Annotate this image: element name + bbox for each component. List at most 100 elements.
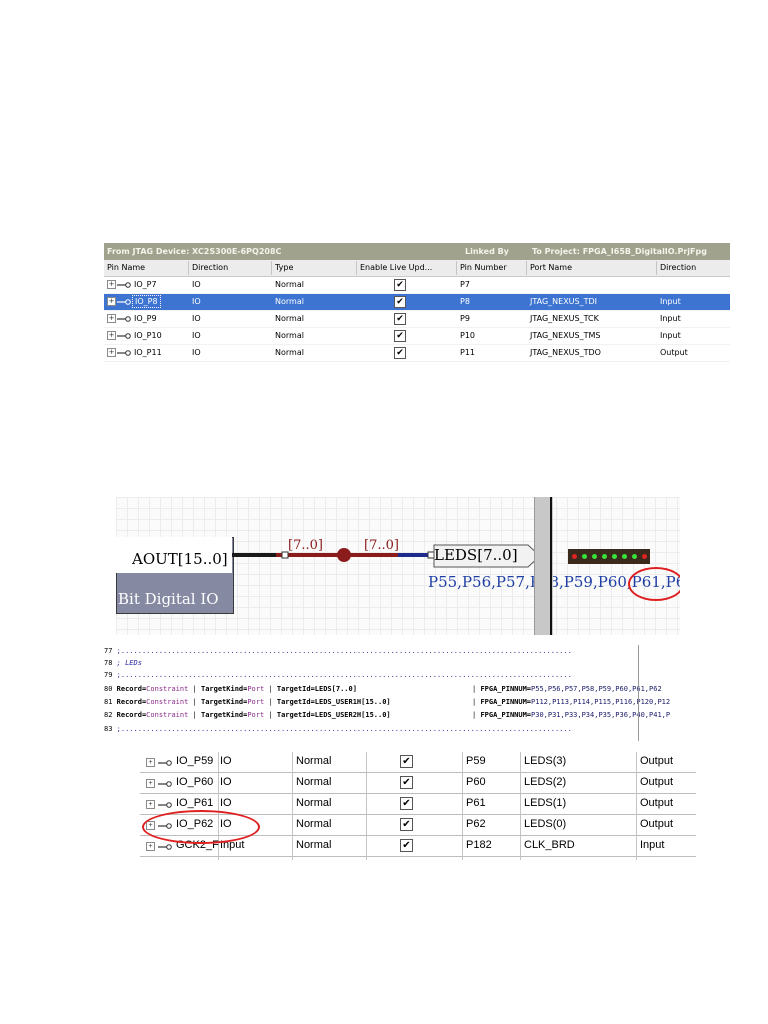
sheet-border-line	[550, 497, 552, 635]
pin-icon	[117, 333, 131, 339]
led-green	[592, 554, 597, 559]
port-name: CLK_BRD	[524, 839, 575, 851]
pin-name: IO_P7	[134, 280, 157, 289]
expand-icon[interactable]: +	[146, 779, 155, 788]
port-name: JTAG_NEXUS_TDO	[530, 348, 601, 357]
table-row[interactable]: + IO_P11 IO Normal ✔ P11 JTAG_NEXUS_TDO …	[104, 345, 730, 362]
col-pin-name[interactable]: Pin Name	[107, 263, 145, 272]
jtag-pin-table: From JTAG Device: XC2S300E-6PQ208C Linke…	[104, 243, 730, 362]
expand-icon[interactable]: +	[107, 280, 116, 289]
pin-number: P59	[466, 755, 486, 767]
pin-icon	[158, 781, 172, 787]
highlight-circle	[628, 567, 680, 601]
table-row[interactable]: + IO_P60 IO Normal ✔ P60 LEDS(2) Output	[140, 773, 696, 794]
enable-live-checkbox[interactable]: ✔	[394, 279, 406, 291]
enable-live-checkbox[interactable]: ✔	[400, 797, 413, 810]
type: Normal	[296, 818, 332, 830]
enable-live-checkbox[interactable]: ✔	[400, 776, 413, 789]
table-row[interactable]: + IO_P59 IO Normal ✔ P59 LEDS(3) Output	[140, 752, 696, 773]
port-direction: Output	[640, 755, 674, 767]
table-row[interactable]: + IO_P10 IO Normal ✔ P10 JTAG_NEXUS_TMS …	[104, 328, 730, 345]
pin-number: P9	[460, 314, 470, 323]
pin-number: P10	[460, 331, 476, 340]
code-line: 82 Record=Constraint | TargetKind=Port |…	[104, 711, 671, 719]
port-name: LEDS(0)	[524, 818, 567, 830]
direction: IO	[220, 776, 232, 788]
from-device-label: From JTAG Device: XC2S300E-6PQ208C	[107, 247, 282, 256]
pin-number: P7	[460, 280, 470, 289]
led-green	[632, 554, 637, 559]
led-green	[622, 554, 627, 559]
to-project-label: To Project: FPGA_I65B_DigitalIO.PrjFpg	[532, 247, 707, 256]
col-type[interactable]: Type	[275, 263, 293, 272]
pin-name: IO_P10	[134, 331, 162, 340]
bus-label: [7..0]	[364, 538, 399, 553]
enable-live-checkbox[interactable]: ✔	[394, 296, 406, 308]
expand-icon[interactable]: +	[107, 348, 116, 357]
pin-number: P182	[466, 839, 492, 851]
table-row[interactable]: + IO_P7 IO Normal ✔ P7	[104, 277, 730, 294]
pin-icon	[158, 844, 172, 850]
code-line: 81 Record=Constraint | TargetKind=Port |…	[104, 698, 671, 706]
type: Normal	[296, 776, 332, 788]
col-port-direction[interactable]: Direction	[660, 263, 696, 272]
enable-live-checkbox[interactable]: ✔	[400, 755, 413, 768]
col-pin-number[interactable]: Pin Number	[460, 263, 507, 272]
pin-icon	[158, 760, 172, 766]
expand-icon[interactable]: +	[107, 331, 116, 340]
code-line: 78 ; LEDs	[104, 659, 142, 667]
table-row[interactable]: + IO_P9 IO Normal ✔ P9 JTAG_NEXUS_TCK In…	[104, 311, 730, 328]
enable-live-checkbox[interactable]: ✔	[400, 839, 413, 852]
col-direction[interactable]: Direction	[192, 263, 228, 272]
port-direction: Output	[660, 348, 688, 357]
port-name: LEDS(1)	[524, 797, 567, 809]
pin-name: IO_P11	[134, 348, 162, 357]
enable-live-checkbox[interactable]: ✔	[400, 818, 413, 831]
bus-junction-dot	[337, 548, 351, 562]
direction: IO	[220, 755, 232, 767]
enable-live-checkbox[interactable]: ✔	[394, 313, 406, 325]
expand-icon[interactable]: +	[107, 297, 116, 306]
enable-live-checkbox[interactable]: ✔	[394, 330, 406, 342]
pin-icon	[158, 802, 172, 808]
pin-number: P60	[466, 776, 486, 788]
col-enable-live[interactable]: Enable Live Upd...	[360, 263, 432, 272]
pin-name: IO_P61	[176, 797, 214, 809]
editor-divider	[638, 645, 639, 741]
type: Normal	[275, 314, 304, 323]
column-header-row: Pin Name Direction Type Enable Live Upd.…	[104, 260, 730, 277]
pin-number: P8	[460, 297, 470, 306]
port-name: JTAG_NEXUS_TMS	[530, 331, 601, 340]
port-name: JTAG_NEXUS_TDI	[530, 297, 598, 306]
type: Normal	[275, 348, 304, 357]
pin-name: IO_P9	[134, 314, 157, 323]
type: Normal	[296, 797, 332, 809]
schematic-canvas[interactable]: AOUT[15..0] Bit Digital IO [7..0] [7..0]…	[116, 497, 680, 635]
led-green	[602, 554, 607, 559]
constraint-file-editor[interactable]: 77 ;....................................…	[104, 645, 712, 741]
expand-icon[interactable]: +	[146, 758, 155, 767]
direction: IO	[192, 280, 201, 289]
led-green	[612, 554, 617, 559]
pin-name: IO_P59	[176, 755, 214, 767]
port-direction: Output	[640, 797, 674, 809]
direction: IO	[192, 331, 201, 340]
pin-icon	[117, 350, 131, 356]
expand-icon[interactable]: +	[146, 800, 155, 809]
pin-number: P11	[460, 348, 476, 357]
expand-icon[interactable]: +	[107, 314, 116, 323]
code-line: 77 ;....................................…	[104, 647, 572, 655]
table-band-header: From JTAG Device: XC2S300E-6PQ208C Linke…	[104, 243, 730, 260]
table-row-selected[interactable]: + IO_P8 IO Normal ✔ P8 JTAG_NEXUS_TDI In…	[104, 294, 730, 311]
col-port-name[interactable]: Port Name	[530, 263, 572, 272]
pin-name: IO_P60	[176, 776, 214, 788]
bus-wiring	[232, 544, 541, 568]
direction: IO	[192, 348, 201, 357]
pin-number: P62	[466, 818, 486, 830]
pin-icon	[117, 282, 131, 288]
port-direction: Input	[660, 314, 681, 323]
led-red	[642, 554, 647, 559]
direction: IO	[192, 314, 201, 323]
enable-live-checkbox[interactable]: ✔	[394, 347, 406, 359]
expand-icon[interactable]: +	[146, 842, 155, 851]
